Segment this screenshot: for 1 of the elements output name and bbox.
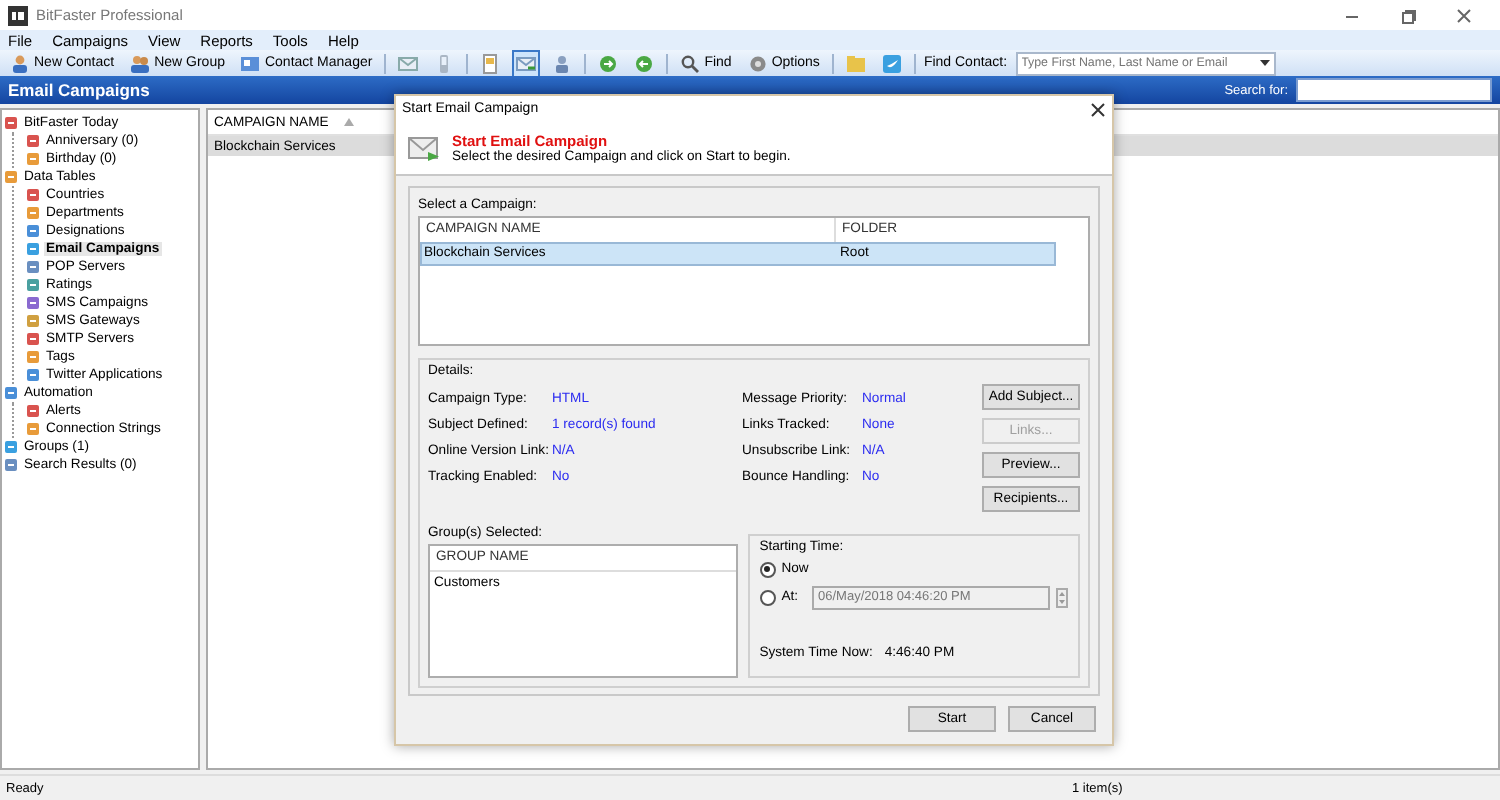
section-title: Email Campaigns bbox=[8, 80, 150, 100]
